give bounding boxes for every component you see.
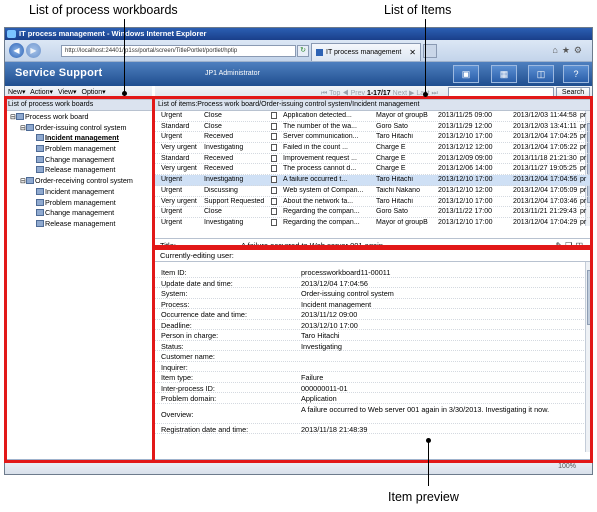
- window-titlebar: IT process management - Windows Internet…: [5, 28, 592, 40]
- home-icon[interactable]: ⌂: [552, 45, 561, 55]
- app-header: Service Support JP1 Administrator ▣ ▦ ◫ …: [5, 62, 592, 86]
- monitor-icon[interactable]: ▣: [453, 65, 479, 83]
- refresh-icon[interactable]: ↻: [297, 45, 309, 57]
- favorites-icon[interactable]: ★: [562, 45, 574, 55]
- gear-icon[interactable]: ⚙: [574, 45, 586, 55]
- user-name: JP1 Administrator: [205, 70, 260, 77]
- help-icon[interactable]: ?: [563, 65, 589, 83]
- back-icon[interactable]: ◀: [9, 43, 24, 58]
- close-tab-icon[interactable]: ✕: [409, 48, 416, 57]
- tab-label: IT process management: [326, 49, 402, 56]
- export-icon[interactable]: ◫: [528, 65, 554, 83]
- annotation-preview: Item preview: [388, 490, 459, 504]
- tab-favicon: [316, 49, 323, 56]
- annotation-line-workboards: [124, 19, 125, 96]
- annotation-dot-items: [423, 92, 428, 97]
- forward-icon[interactable]: ▶: [26, 43, 41, 58]
- action-menu[interactable]: Action▾: [30, 89, 53, 96]
- annotation-line-preview: [428, 442, 429, 486]
- browser-tool-icons: ⌂★⚙: [552, 45, 586, 56]
- browser-tab[interactable]: IT process management ✕: [311, 43, 421, 61]
- zoom-level[interactable]: 100%: [558, 463, 576, 470]
- network-icon[interactable]: ▦: [491, 65, 517, 83]
- annotation-dot-workboards: [122, 91, 127, 96]
- new-menu[interactable]: New▾: [8, 89, 26, 96]
- option-menu[interactable]: Option▾: [82, 89, 106, 96]
- app-brand: Service Support: [15, 67, 103, 79]
- highlight-items: [152, 96, 593, 248]
- annotation-items: List of Items: [384, 3, 452, 17]
- url-input[interactable]: http://localhost:24401/jp1ss/portal/scre…: [61, 45, 296, 57]
- address-bar-area: ◀ ▶ http://localhost:24401/jp1ss/portal/…: [5, 40, 592, 62]
- annotation-line-items: [425, 19, 426, 97]
- view-menu[interactable]: View▾: [58, 89, 77, 96]
- highlight-preview: [152, 247, 593, 463]
- annotation-dot-preview: [426, 438, 431, 443]
- window-title: IT process management - Windows Internet…: [19, 29, 207, 38]
- highlight-workboards: [4, 96, 155, 463]
- annotation-workboards: List of process workboards: [29, 3, 178, 17]
- ie-icon: [7, 30, 16, 38]
